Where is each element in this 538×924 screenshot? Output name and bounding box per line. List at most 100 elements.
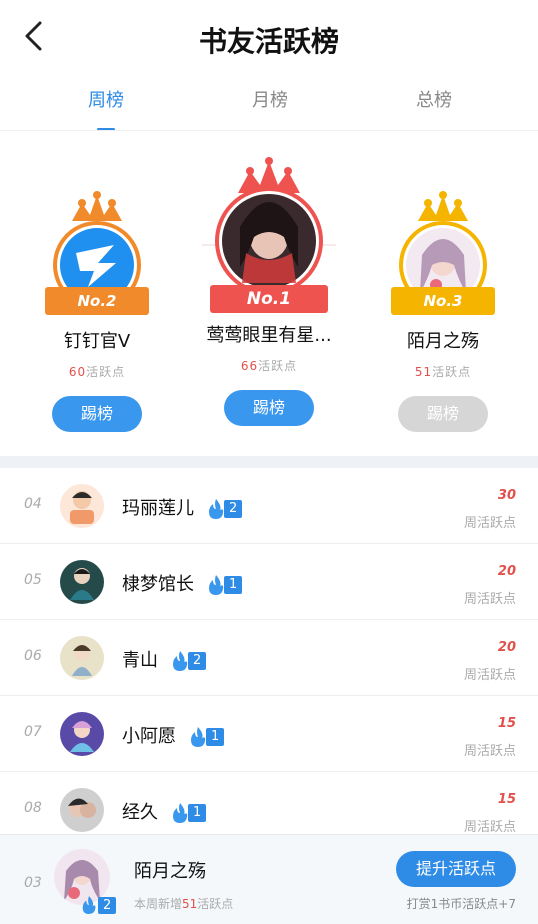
tab-monthly[interactable]: 月榜 bbox=[210, 86, 330, 112]
avatar bbox=[60, 712, 104, 756]
avatar bbox=[60, 636, 104, 680]
podium-third-name: 陌月之殇 bbox=[407, 331, 479, 352]
rank-ribbon-third: No.3 bbox=[391, 287, 495, 315]
level-badge: 2 bbox=[170, 650, 207, 672]
score-label: 周活跃点 bbox=[463, 668, 516, 683]
score-value: 30 bbox=[497, 488, 516, 503]
score-value: 20 bbox=[497, 564, 516, 579]
podium-second-name: 钉钉官V bbox=[63, 331, 131, 352]
user-name: 经久 1 bbox=[122, 798, 207, 824]
rank-number: 07 bbox=[24, 724, 42, 740]
list-item[interactable]: 06 青山 2 20 周活跃点 bbox=[0, 620, 538, 696]
my-rank-number: 03 bbox=[24, 875, 42, 891]
rank-number: 06 bbox=[24, 648, 42, 664]
score-label: 周活跃点 bbox=[463, 744, 516, 759]
avatar bbox=[60, 560, 104, 604]
podium-first-points-label: 活跃点 bbox=[258, 359, 298, 373]
user-name: 小阿愿 1 bbox=[122, 722, 225, 748]
kick-button-third[interactable]: 踢榜 bbox=[398, 396, 488, 432]
user-name-text: 青山 bbox=[122, 650, 158, 671]
rank-ribbon-second: No.2 bbox=[45, 287, 149, 315]
score-value: 15 bbox=[497, 716, 516, 731]
my-rank-bar: 03 2 陌月之殇 本周新增51活跃点 提升活跃点 打赏1书币活跃点+7 bbox=[0, 834, 538, 924]
podium-first-name: 莺莺眼里有星... bbox=[206, 325, 332, 346]
my-weekly-points: 本周新增51活跃点 bbox=[134, 895, 233, 912]
user-name-text: 小阿愿 bbox=[122, 726, 176, 747]
level-badge: 1 bbox=[188, 726, 225, 748]
rank-label-third: No.3 bbox=[423, 292, 463, 310]
level-badge: 1 bbox=[170, 802, 207, 824]
score-label: 周活跃点 bbox=[463, 592, 516, 607]
kick-button-second[interactable]: 踢榜 bbox=[52, 396, 142, 432]
my-weekly-value: 51 bbox=[182, 897, 198, 911]
flame-icon bbox=[82, 896, 96, 914]
podium: No.2 钉钉官V 60活跃点 踢榜 No.1 莺莺眼里有星... 66活跃点 … bbox=[0, 131, 538, 456]
podium-first-points: 66活跃点 bbox=[189, 357, 349, 374]
reward-tip: 打赏1书币活跃点+7 bbox=[406, 897, 516, 911]
podium-third-points-value: 51 bbox=[414, 365, 433, 379]
podium-second-points: 60活跃点 bbox=[17, 363, 177, 380]
level-badge: 1 bbox=[206, 574, 243, 596]
flame-icon bbox=[191, 727, 206, 747]
list-item[interactable]: 07 小阿愿 1 15 周活跃点 bbox=[0, 696, 538, 772]
user-name: 青山 2 bbox=[122, 646, 207, 672]
podium-third: No.3 陌月之殇 51活跃点 踢榜 bbox=[363, 189, 523, 432]
podium-first-points-value: 66 bbox=[240, 359, 259, 373]
level-badge: 2 bbox=[206, 498, 243, 520]
tab-weekly-label: 周榜 bbox=[88, 90, 124, 111]
avatar bbox=[60, 484, 104, 528]
user-name-text: 经久 bbox=[122, 802, 158, 823]
user-name: 玛丽莲儿 2 bbox=[122, 494, 243, 520]
user-name-text: 棣梦馆长 bbox=[122, 574, 194, 595]
score-label: 周活跃点 bbox=[463, 820, 516, 835]
avatar-frame-second: No.2 bbox=[32, 189, 162, 319]
avatar bbox=[60, 788, 104, 832]
user-name-text: 玛丽莲儿 bbox=[122, 498, 194, 519]
level-value: 1 bbox=[206, 728, 225, 746]
my-weekly-prefix: 本周新增 bbox=[134, 897, 183, 911]
page-title: 书友活跃榜 bbox=[198, 25, 339, 58]
podium-second-points-label: 活跃点 bbox=[86, 365, 126, 379]
flame-icon bbox=[173, 803, 188, 823]
rank-number: 04 bbox=[24, 496, 42, 512]
avatar-frame-first: No.1 bbox=[194, 157, 344, 319]
rank-label-second: No.2 bbox=[77, 292, 117, 310]
level-value: 2 bbox=[224, 500, 243, 518]
podium-second: No.2 钉钉官V 60活跃点 踢榜 bbox=[17, 189, 177, 432]
my-weekly-suffix: 活跃点 bbox=[197, 897, 234, 911]
podium-third-points-label: 活跃点 bbox=[432, 365, 472, 379]
level-value: 1 bbox=[224, 576, 243, 594]
user-name: 棣梦馆长 1 bbox=[122, 570, 243, 596]
tab-weekly[interactable]: 周榜 bbox=[46, 86, 166, 131]
tab-bar: 周榜 月榜 总榜 bbox=[0, 76, 538, 131]
ranking-list: 04 玛丽莲儿 2 30 周活跃点 05 棣梦馆长 1 20 周活跃点 06 青山 2… bbox=[0, 468, 538, 848]
my-level-value: 2 bbox=[98, 896, 117, 914]
kick-button-first[interactable]: 踢榜 bbox=[224, 390, 314, 426]
score-value: 15 bbox=[497, 792, 516, 807]
rank-number: 08 bbox=[24, 800, 42, 816]
list-item[interactable]: 05 棣梦馆长 1 20 周活跃点 bbox=[0, 544, 538, 620]
section-separator bbox=[0, 456, 538, 468]
level-value: 2 bbox=[188, 652, 207, 670]
avatar-frame-third: No.3 bbox=[378, 189, 508, 319]
list-item[interactable]: 04 玛丽莲儿 2 30 周活跃点 bbox=[0, 468, 538, 544]
podium-third-points: 51活跃点 bbox=[363, 363, 523, 380]
rank-label-first: No.1 bbox=[246, 289, 292, 309]
my-level-badge: 2 bbox=[80, 895, 117, 915]
podium-first: No.1 莺莺眼里有星... 66活跃点 踢榜 bbox=[189, 157, 349, 426]
rank-number: 05 bbox=[24, 572, 42, 588]
boost-activity-button[interactable]: 提升活跃点 bbox=[396, 851, 516, 887]
header: 书友活跃榜 bbox=[0, 0, 538, 72]
rank-ribbon-first: No.1 bbox=[210, 285, 328, 313]
podium-second-points-value: 60 bbox=[68, 365, 87, 379]
level-value: 1 bbox=[188, 804, 207, 822]
score-value: 20 bbox=[497, 640, 516, 655]
tab-total[interactable]: 总榜 bbox=[374, 86, 494, 112]
score-label: 周活跃点 bbox=[463, 516, 516, 531]
flame-icon bbox=[209, 499, 224, 519]
my-name: 陌月之殇 bbox=[134, 861, 206, 882]
flame-icon bbox=[209, 575, 224, 595]
tab-monthly-label: 月榜 bbox=[252, 90, 288, 111]
tab-total-label: 总榜 bbox=[416, 90, 452, 111]
flame-icon bbox=[173, 651, 188, 671]
